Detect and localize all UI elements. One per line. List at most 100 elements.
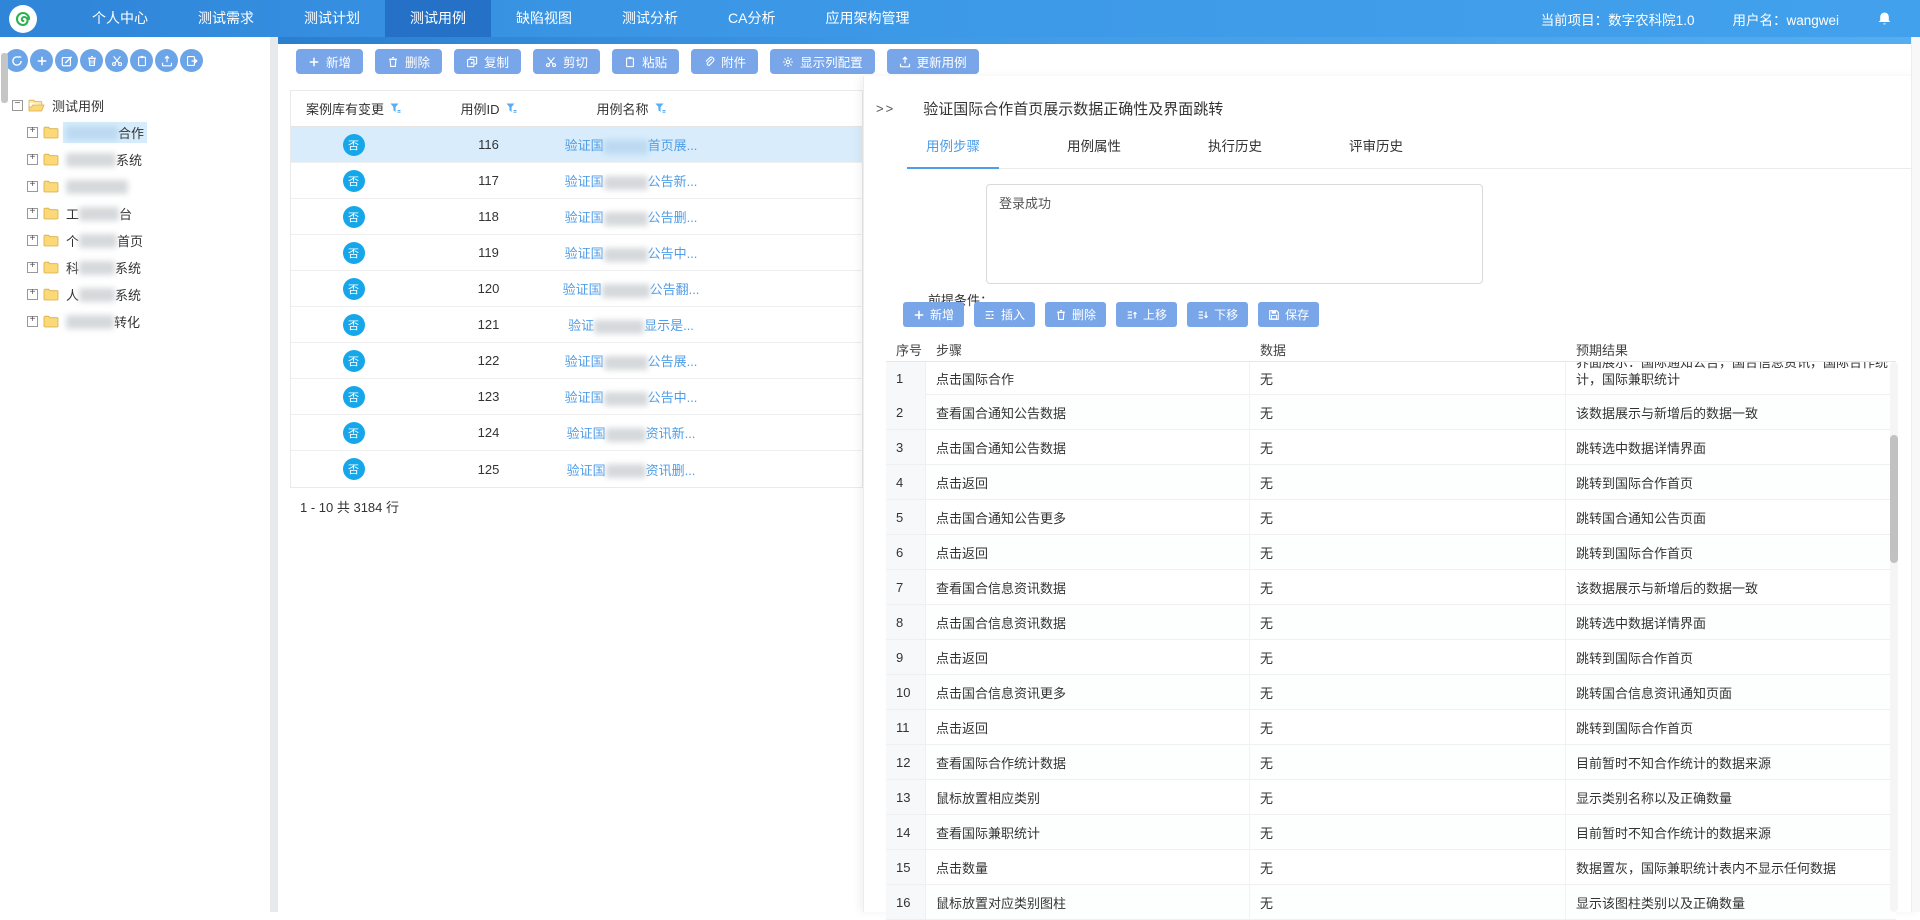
case-name-link[interactable]: 验证国公告中... bbox=[565, 246, 698, 261]
case-id: 123 bbox=[416, 389, 561, 404]
case-row-117[interactable]: 否 117 验证国公告新... bbox=[291, 163, 862, 199]
case-name-link[interactable]: 验证国首页展... bbox=[565, 138, 698, 153]
attachment-button[interactable]: 附件 bbox=[691, 49, 758, 74]
filter-icon[interactable] bbox=[655, 103, 666, 114]
step-row-16[interactable]: 16 鼠标放置对应类别图柱 无 显示该图柱类别以及正确数量 bbox=[886, 885, 1896, 920]
steps-scrollbar[interactable] bbox=[1890, 362, 1898, 912]
step-row-3[interactable]: 3 点击国合通知公告数据 无 跳转选中数据详情界面 bbox=[886, 430, 1896, 465]
nav-item-defect-view[interactable]: 缺陷视图 bbox=[491, 0, 597, 37]
expand-icon[interactable]: + bbox=[27, 262, 38, 273]
delete-icon[interactable] bbox=[80, 49, 103, 72]
delete-case-button[interactable]: 删除 bbox=[375, 49, 442, 74]
step-row-14[interactable]: 14 查看国际兼职统计 无 目前暂时不知合作统计的数据来源 bbox=[886, 815, 1896, 850]
case-row-119[interactable]: 否 119 验证国公告中... bbox=[291, 235, 862, 271]
update-case-button[interactable]: 更新用例 bbox=[887, 49, 979, 74]
add-icon[interactable] bbox=[30, 49, 53, 72]
case-row-124[interactable]: 否 124 验证国资讯新... bbox=[291, 415, 862, 451]
step-row-4[interactable]: 4 点击返回 无 跳转到国际合作首页 bbox=[886, 465, 1896, 500]
expand-icon[interactable]: + bbox=[27, 181, 38, 192]
move-down-button[interactable]: 下移 bbox=[1187, 302, 1248, 327]
nav-item-test-cases[interactable]: 测试用例 bbox=[385, 0, 491, 37]
tab-review-history[interactable]: 评审历史 bbox=[1348, 135, 1404, 168]
notification-bell-icon[interactable] bbox=[1877, 11, 1892, 27]
step-row-6[interactable]: 6 点击返回 无 跳转到国际合作首页 bbox=[886, 535, 1896, 570]
expand-icon[interactable]: + bbox=[27, 154, 38, 165]
tree-item-cooperation[interactable]: + 合作 bbox=[0, 119, 270, 146]
steps-scrollbar-thumb[interactable] bbox=[1890, 435, 1898, 563]
insert-step-button[interactable]: 插入 bbox=[974, 302, 1035, 327]
tab-execution-history[interactable]: 执行历史 bbox=[1207, 135, 1263, 168]
case-name-link[interactable]: 验证国资讯删... bbox=[567, 463, 696, 478]
nav-item-test-plan[interactable]: 测试计划 bbox=[279, 0, 385, 37]
export-icon[interactable] bbox=[180, 49, 203, 72]
case-name-link[interactable]: 验证国资讯新... bbox=[567, 426, 696, 441]
paste-case-button[interactable]: 粘贴 bbox=[612, 49, 679, 74]
case-row-116[interactable]: 否 116 验证国首页展... bbox=[291, 127, 862, 163]
move-up-button[interactable]: 上移 bbox=[1116, 302, 1177, 327]
case-name-link[interactable]: 验证国公告翻... bbox=[563, 282, 700, 297]
window-scrollbar-thumb[interactable] bbox=[1, 53, 8, 103]
nav-item-app-architecture[interactable]: 应用架构管理 bbox=[800, 0, 934, 37]
add-step-button[interactable]: 新增 bbox=[903, 302, 964, 327]
insert-icon bbox=[984, 309, 996, 321]
collapse-panel-button[interactable]: >> bbox=[876, 101, 895, 116]
tree-root-test-cases[interactable]: − 测试用例 bbox=[0, 92, 270, 119]
step-row-15[interactable]: 15 点击数量 无 数据置灰，国际兼职统计表内不显示任何数据 bbox=[886, 850, 1896, 885]
cut-case-button[interactable]: 剪切 bbox=[533, 49, 600, 74]
step-row-13[interactable]: 13 鼠标放置相应类别 无 显示类别名称以及正确数量 bbox=[886, 780, 1896, 815]
tree-item-system-1[interactable]: + 系统 bbox=[0, 146, 270, 173]
window-scrollbar[interactable] bbox=[1911, 37, 1920, 912]
tab-case-properties[interactable]: 用例属性 bbox=[1066, 135, 1122, 168]
case-row-123[interactable]: 否 123 验证国公告中... bbox=[291, 379, 862, 415]
edit-icon[interactable] bbox=[55, 49, 78, 72]
step-row-11[interactable]: 11 点击返回 无 跳转到国际合作首页 bbox=[886, 710, 1896, 745]
step-row-2[interactable]: 2 查看国合通知公告数据 无 该数据展示与新增后的数据一致 bbox=[886, 395, 1896, 430]
case-name-link[interactable]: 验证国公告删... bbox=[565, 210, 698, 225]
step-row-1[interactable]: 1 点击国际合作 无 界面展示：国际通知公告，国合信息资讯，国际合作统计，国际兼… bbox=[886, 362, 1896, 395]
filter-icon[interactable] bbox=[506, 103, 517, 114]
step-row-9[interactable]: 9 点击返回 无 跳转到国际合作首页 bbox=[886, 640, 1896, 675]
step-row-5[interactable]: 5 点击国合通知公告更多 无 跳转国合通知公告页面 bbox=[886, 500, 1896, 535]
expand-icon[interactable]: + bbox=[27, 289, 38, 300]
tab-case-steps[interactable]: 用例步骤 bbox=[925, 135, 981, 168]
step-row-8[interactable]: 8 点击国合信息资讯数据 无 跳转选中数据详情界面 bbox=[886, 605, 1896, 640]
import-icon[interactable] bbox=[155, 49, 178, 72]
step-row-7[interactable]: 7 查看国合信息资讯数据 无 该数据展示与新增后的数据一致 bbox=[886, 570, 1896, 605]
column-config-button[interactable]: 显示列配置 bbox=[770, 49, 875, 74]
expand-icon[interactable]: + bbox=[27, 127, 38, 138]
tree-item-homepage[interactable]: + 个 首页 bbox=[0, 227, 270, 254]
expand-icon[interactable]: + bbox=[27, 208, 38, 219]
collapse-expander-icon[interactable]: − bbox=[12, 100, 23, 111]
precondition-textarea[interactable]: 登录成功 bbox=[986, 184, 1483, 284]
case-row-122[interactable]: 否 122 验证国公告展... bbox=[291, 343, 862, 379]
expand-icon[interactable]: + bbox=[27, 316, 38, 327]
tree-item-redacted[interactable]: + bbox=[0, 173, 270, 200]
nav-item-ca-analysis[interactable]: CA分析 bbox=[703, 0, 800, 37]
nav-item-test-analysis[interactable]: 测试分析 bbox=[597, 0, 703, 37]
tree-item-system-3[interactable]: + 人 系统 bbox=[0, 281, 270, 308]
delete-step-button[interactable]: 删除 bbox=[1045, 302, 1106, 327]
tree-item-platform[interactable]: + 工 台 bbox=[0, 200, 270, 227]
tree-item-transformation[interactable]: + 转化 bbox=[0, 308, 270, 335]
add-case-button[interactable]: 新增 bbox=[296, 49, 363, 74]
case-row-121[interactable]: 否 121 验证显示是... bbox=[291, 307, 862, 343]
case-name-link[interactable]: 验证国公告展... bbox=[565, 354, 698, 369]
case-name-link[interactable]: 验证显示是... bbox=[568, 318, 694, 333]
tree-item-system-2[interactable]: + 科 系统 bbox=[0, 254, 270, 281]
case-row-118[interactable]: 否 118 验证国公告删... bbox=[291, 199, 862, 235]
cut-icon[interactable] bbox=[105, 49, 128, 72]
case-row-120[interactable]: 否 120 验证国公告翻... bbox=[291, 271, 862, 307]
refresh-icon[interactable] bbox=[5, 49, 28, 72]
paste-icon[interactable] bbox=[130, 49, 153, 72]
step-row-12[interactable]: 12 查看国际合作统计数据 无 目前暂时不知合作统计的数据来源 bbox=[886, 745, 1896, 780]
case-row-125[interactable]: 否 125 验证国资讯删... bbox=[291, 451, 862, 487]
filter-icon[interactable] bbox=[390, 103, 401, 114]
case-name-link[interactable]: 验证国公告新... bbox=[565, 174, 698, 189]
expand-icon[interactable]: + bbox=[27, 235, 38, 246]
case-name-link[interactable]: 验证国公告中... bbox=[565, 390, 698, 405]
copy-case-button[interactable]: 复制 bbox=[454, 49, 521, 74]
nav-item-personal-center[interactable]: 个人中心 bbox=[67, 0, 173, 37]
nav-item-test-requirements[interactable]: 测试需求 bbox=[173, 0, 279, 37]
save-steps-button[interactable]: 保存 bbox=[1258, 302, 1319, 327]
step-row-10[interactable]: 10 点击国合信息资讯更多 无 跳转国合信息资讯通知页面 bbox=[886, 675, 1896, 710]
